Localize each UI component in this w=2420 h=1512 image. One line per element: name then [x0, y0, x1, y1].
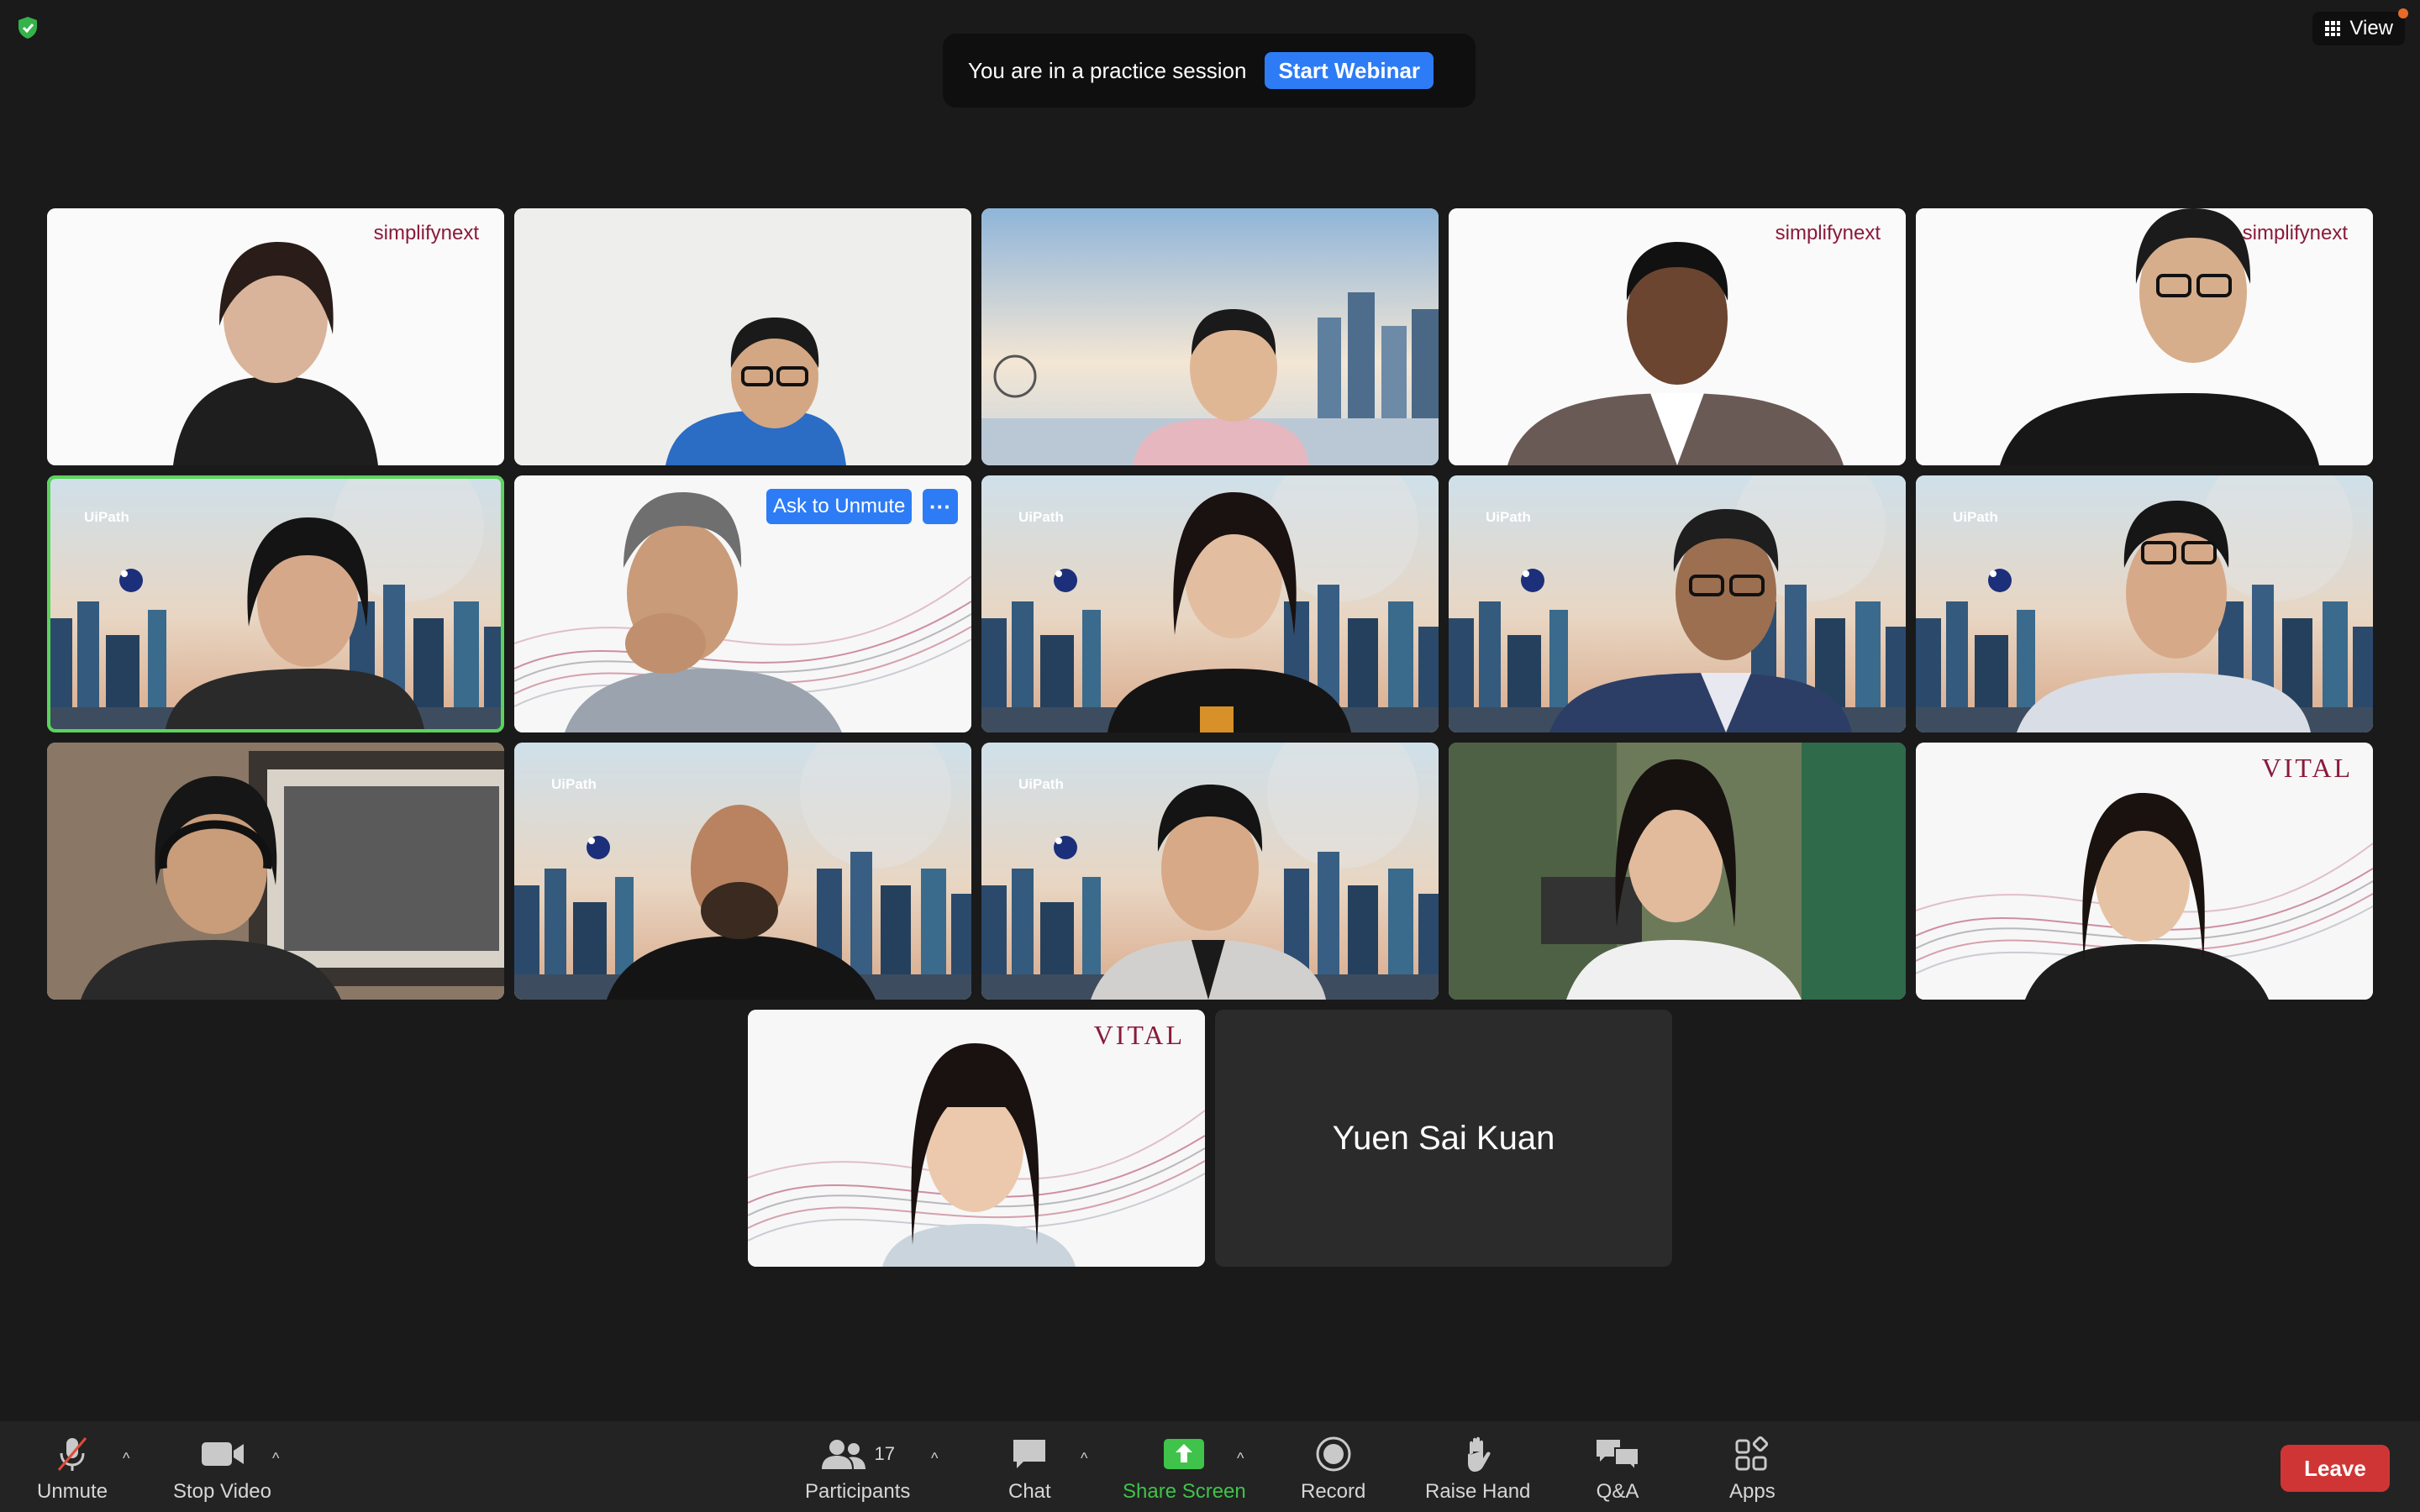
record-icon: [1316, 1436, 1351, 1472]
audio-options-chevron-icon[interactable]: ^: [123, 1450, 129, 1467]
video-feed: [1916, 208, 2373, 465]
encryption-shield-icon[interactable]: [15, 15, 40, 40]
raise-hand-icon: [1467, 1436, 1491, 1472]
participant-name: Yuen Sai Kuan: [1332, 1119, 1555, 1157]
participant-tile-8[interactable]: UiPath: [981, 475, 1439, 732]
apps-button[interactable]: Apps: [1729, 1433, 1776, 1504]
chat-button[interactable]: Chat: [1008, 1433, 1051, 1504]
share-screen-label: Share Screen: [1123, 1480, 1246, 1503]
unmute-label: Unmute: [37, 1480, 108, 1503]
video-feed: [47, 208, 504, 465]
brand-logo: simplifynext: [373, 222, 479, 244]
participant-tile-2[interactable]: [514, 208, 971, 465]
participant-tile-14[interactable]: [1449, 743, 1906, 1000]
participant-tile-16[interactable]: VITAL: [748, 1010, 1205, 1267]
view-button[interactable]: View: [2312, 8, 2408, 45]
stop-video-button[interactable]: Stop Video: [173, 1433, 271, 1504]
video-feed: [1449, 208, 1906, 465]
participants-button[interactable]: 17 Participants: [805, 1433, 910, 1504]
participants-label: Participants: [805, 1480, 911, 1503]
participant-tile-name-only[interactable]: Yuen Sai Kuan: [1215, 1010, 1672, 1267]
apps-label: Apps: [1729, 1480, 1776, 1503]
participant-tile-1[interactable]: simplifynext: [47, 208, 504, 465]
brand-logo: UiPath: [1018, 776, 1064, 792]
participant-tile-15[interactable]: VITAL: [1916, 743, 2373, 1000]
video-feed: [514, 208, 971, 465]
brand-logo: UiPath: [551, 776, 597, 792]
participant-tile-7[interactable]: Ask to Unmute ···: [514, 475, 971, 732]
brand-logo: VITAL: [1093, 1020, 1185, 1050]
record-label: Record: [1301, 1480, 1366, 1503]
participants-icon: [822, 1440, 866, 1469]
participant-tile-4[interactable]: simplifynext: [1449, 208, 1906, 465]
video-camera-icon: [201, 1442, 244, 1466]
leave-button[interactable]: Leave: [2281, 1445, 2390, 1492]
notification-dot: [2398, 8, 2408, 18]
chat-bubble-icon: [1013, 1440, 1046, 1468]
microphone-muted-icon: [57, 1437, 87, 1471]
participant-tile-5[interactable]: simplifynext: [1916, 208, 2373, 465]
more-options-button[interactable]: ···: [923, 489, 958, 524]
video-feed: [47, 743, 504, 1000]
qa-label: Q&A: [1596, 1480, 1639, 1503]
qa-button[interactable]: Q&A: [1595, 1433, 1640, 1504]
share-screen-icon: [1164, 1439, 1205, 1469]
video-feed: [1449, 743, 1906, 1000]
participant-tile-3[interactable]: [981, 208, 1439, 465]
view-label: View: [2349, 17, 2393, 39]
brand-logo: simplifynext: [1775, 222, 1881, 244]
share-options-chevron-icon[interactable]: ^: [1237, 1450, 1244, 1467]
meeting-toolbar: Unmute ^ Stop Video ^ 17 Participants ^: [0, 1421, 2420, 1512]
record-button[interactable]: Record: [1301, 1433, 1365, 1504]
brand-logo: UiPath: [1486, 509, 1531, 525]
share-screen-button[interactable]: Share Screen: [1123, 1433, 1246, 1504]
practice-session-text: You are in a practice session: [968, 57, 1247, 83]
participants-count: 17: [874, 1443, 895, 1464]
raise-hand-label: Raise Hand: [1425, 1480, 1531, 1503]
chat-label: Chat: [1008, 1480, 1051, 1503]
brand-logo: simplifynext: [2242, 222, 2348, 244]
participant-tile-6-active-speaker[interactable]: UiPath: [47, 475, 504, 732]
participants-options-chevron-icon[interactable]: ^: [931, 1450, 938, 1467]
ask-to-unmute-button[interactable]: Ask to Unmute: [766, 489, 913, 524]
brand-logo: UiPath: [1953, 509, 1998, 525]
raise-hand-button[interactable]: Raise Hand: [1425, 1433, 1530, 1504]
participant-tile-10[interactable]: UiPath: [1916, 475, 2373, 732]
participant-tile-12[interactable]: UiPath: [514, 743, 971, 1000]
participant-tile-13[interactable]: UiPath: [981, 743, 1439, 1000]
apps-icon: [1735, 1436, 1769, 1471]
brand-logo: UiPath: [84, 509, 129, 525]
chat-options-chevron-icon[interactable]: ^: [1081, 1450, 1087, 1467]
grid-icon: [2325, 21, 2341, 36]
qa-icon: [1597, 1440, 1639, 1472]
unmute-button[interactable]: Unmute: [37, 1433, 108, 1504]
video-options-chevron-icon[interactable]: ^: [272, 1450, 279, 1467]
brand-logo: UiPath: [1018, 509, 1064, 525]
start-webinar-button[interactable]: Start Webinar: [1265, 52, 1434, 89]
participant-tile-9[interactable]: UiPath: [1449, 475, 1906, 732]
participant-tile-11[interactable]: [47, 743, 504, 1000]
video-feed: [981, 208, 1439, 465]
brand-logo: VITAL: [2261, 753, 2353, 783]
stop-video-label: Stop Video: [173, 1480, 271, 1503]
video-feed: [47, 475, 504, 732]
practice-session-banner: You are in a practice session Start Webi…: [943, 34, 1476, 108]
